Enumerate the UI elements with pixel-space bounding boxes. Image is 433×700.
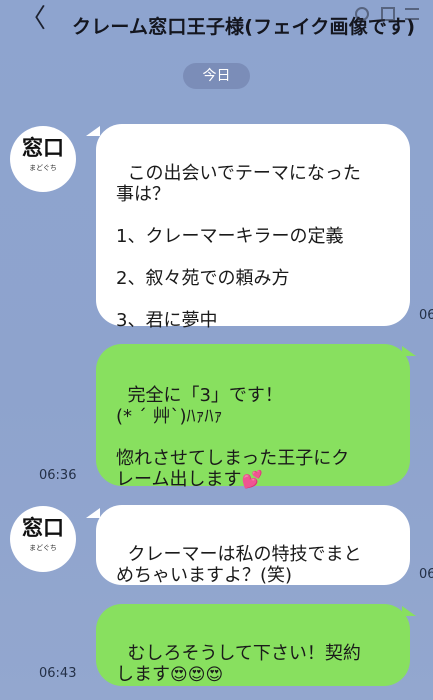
back-arrow-icon[interactable]: 〈	[20, 6, 46, 32]
date-separator: 今日	[183, 63, 250, 89]
bubble-tail	[402, 606, 416, 616]
bubble-tail	[86, 508, 100, 518]
outgoing-message[interactable]: 完全に「3」です！ (* ´ 艸`)ﾊｧﾊｧ 惚れさせてしまった王子にク レーム…	[96, 344, 410, 490]
avatar-reading: まどぐち	[29, 164, 57, 172]
message-text: クレーマーは私の特技でまと めちゃいますよ？(笑)	[116, 544, 362, 586]
message-text: むしろそうして下さい！契約 します	[116, 643, 361, 685]
message-time: 06	[419, 567, 433, 582]
heart-emoji: 💕	[241, 470, 263, 490]
heart-eyes-emoji: 😍😍😍	[170, 665, 224, 685]
chat-header: 〈 クレーム窓口王子様(フェイク画像です)	[0, 0, 433, 44]
search-icon[interactable]	[355, 7, 369, 21]
avatar[interactable]: 窓口 まどぐち	[10, 126, 76, 192]
avatar-name: 窓口	[22, 515, 64, 540]
message-time: 06:43	[39, 666, 77, 681]
message-text: 完全に「3」です！ (* ´ 艸`)ﾊｧﾊｧ 惚れさせてしまった王子にク レーム…	[116, 385, 350, 490]
message-time: 06	[419, 308, 433, 323]
message-text: この出会いでテーマになった 事は？ 1、クレーマーキラーの定義 2、叙々苑での頼…	[116, 163, 361, 331]
incoming-message[interactable]: この出会いでテーマになった 事は？ 1、クレーマーキラーの定義 2、叙々苑での頼…	[96, 124, 410, 331]
bubble-tail	[402, 346, 416, 356]
message-time: 06:36	[39, 468, 77, 483]
avatar[interactable]: 窓口 まどぐち	[10, 506, 76, 572]
notes-icon[interactable]	[381, 7, 395, 21]
avatar-name: 窓口	[22, 135, 64, 160]
incoming-message[interactable]: クレーマーは私の特技でまと めちゃいますよ？(笑)	[96, 505, 410, 586]
avatar-reading: まどぐち	[29, 544, 57, 552]
menu-icon[interactable]	[405, 8, 419, 20]
outgoing-message[interactable]: むしろそうして下さい！契約 します😍😍😍	[96, 604, 410, 686]
bubble-tail	[86, 126, 100, 136]
